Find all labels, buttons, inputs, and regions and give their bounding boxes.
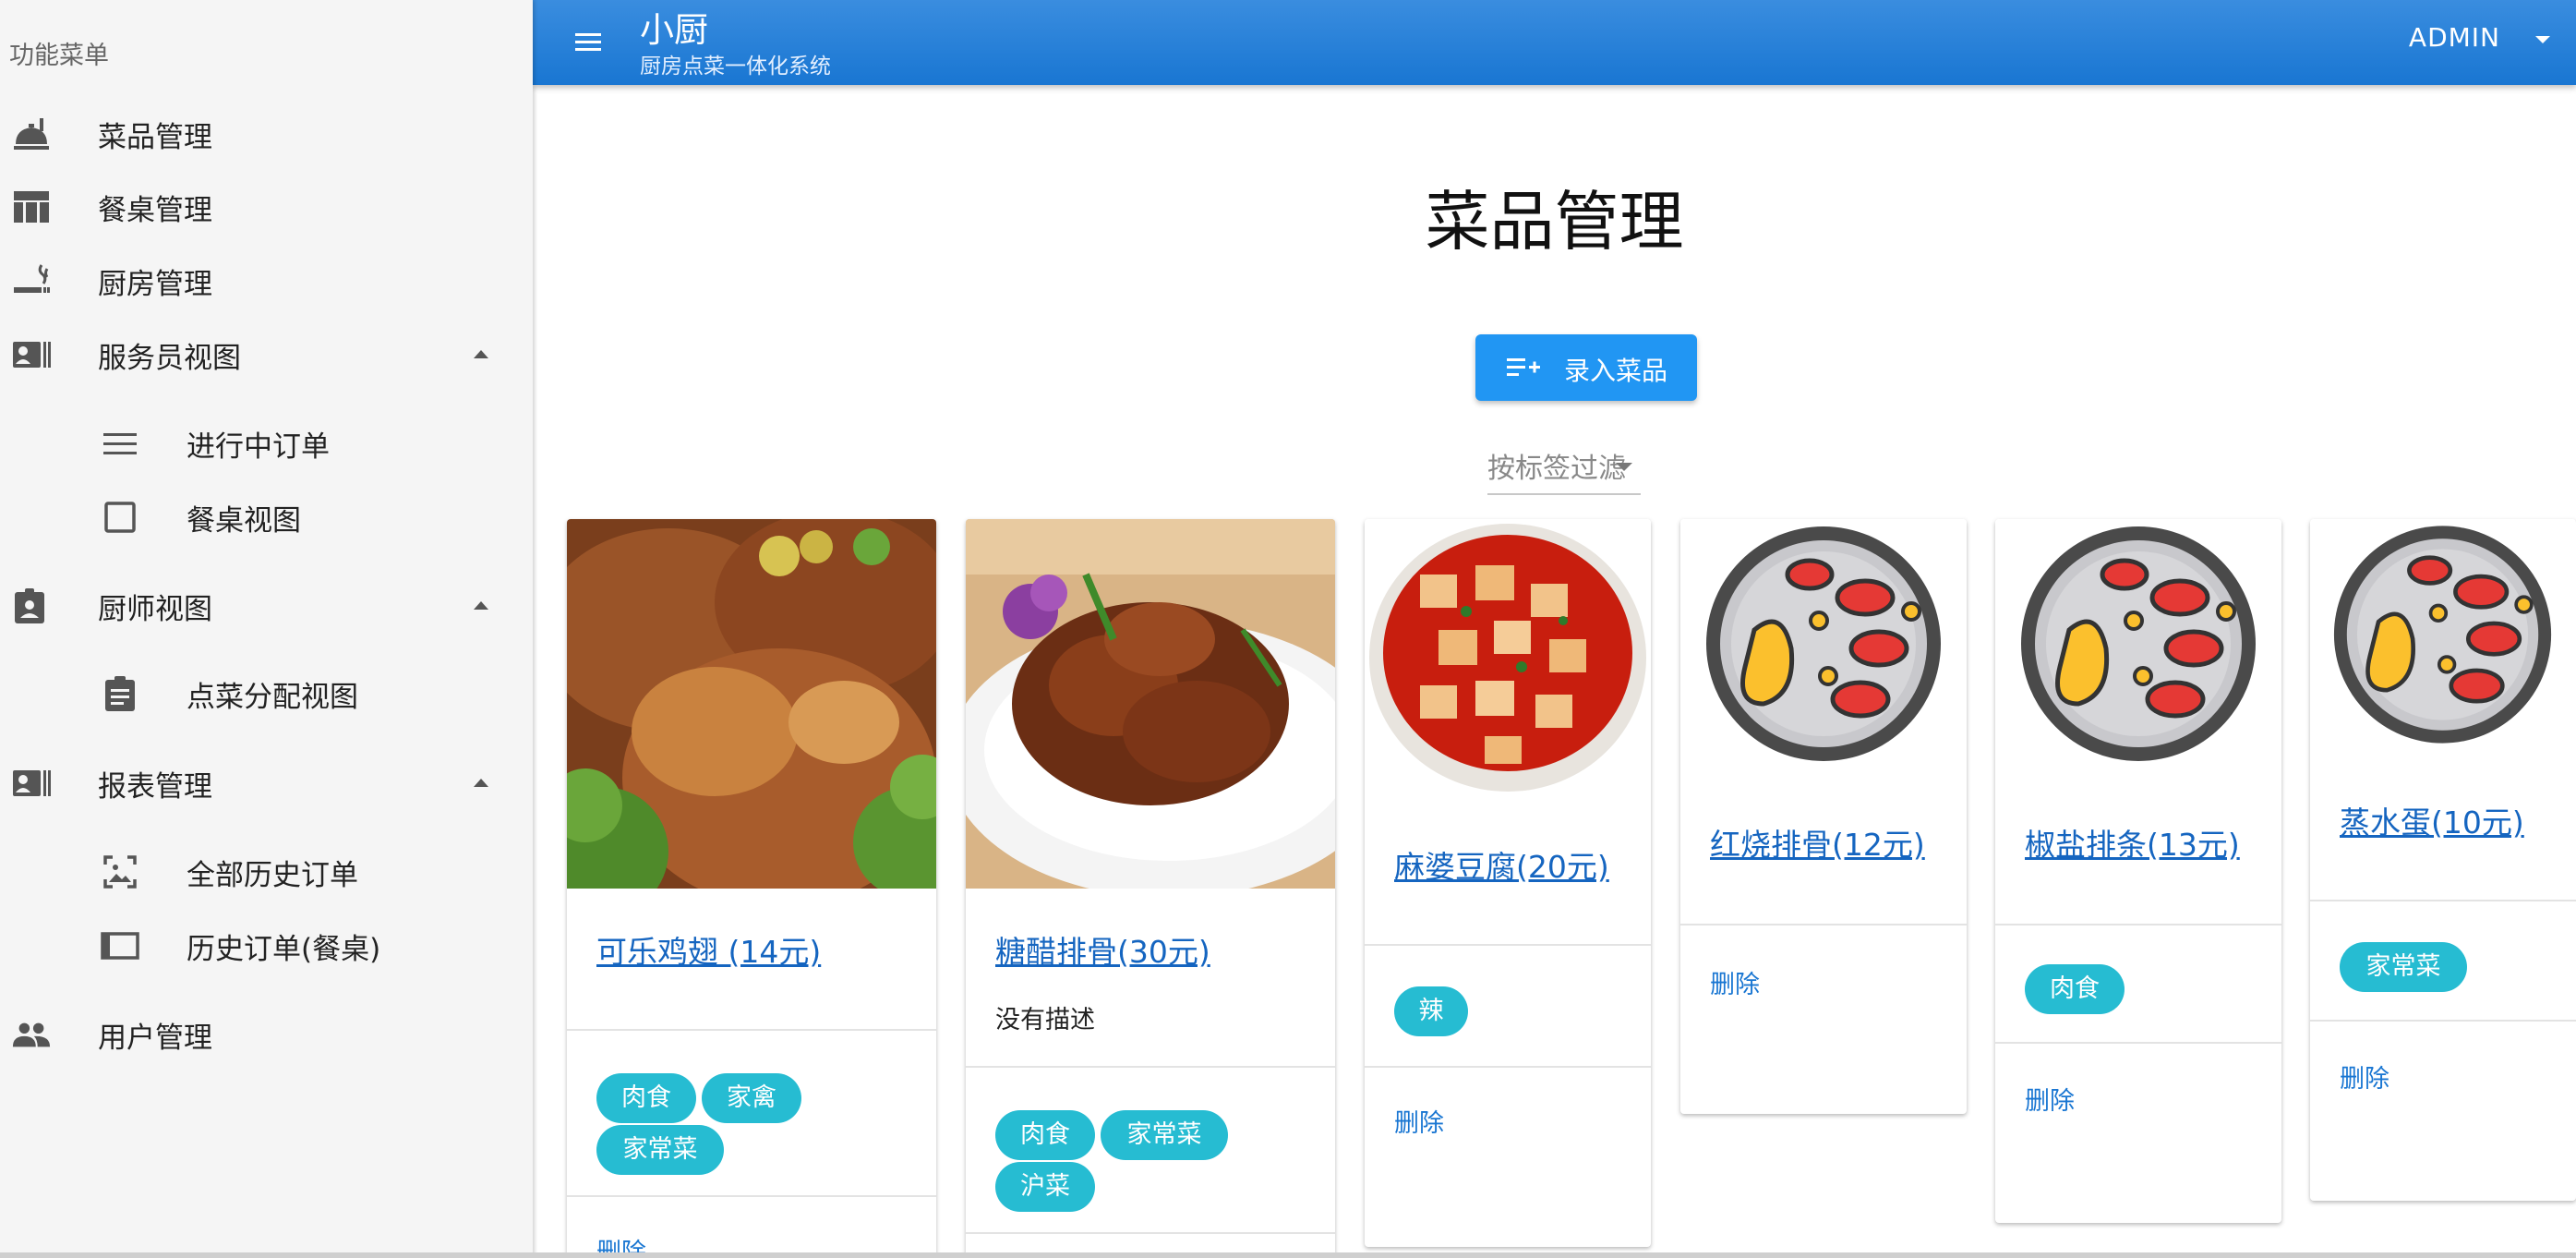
dish-card: 蒸水蛋(10元) 家常菜 删除: [2310, 519, 2576, 1201]
dish-card: 糖醋排骨(30元) 没有描述 肉食 家常菜 沪菜: [966, 519, 1335, 1258]
room-service-icon: [11, 114, 52, 154]
add-dish-button[interactable]: 录入菜品: [1475, 334, 1697, 401]
app-title: 小厨: [640, 10, 708, 50]
card-divider: [1680, 924, 1967, 925]
sidebar-item-dish-assignment-view[interactable]: 点菜分配视图: [0, 661, 533, 726]
playlist-add-icon: [1507, 358, 1540, 376]
sidebar-item-dish-management[interactable]: 菜品管理: [0, 102, 533, 166]
dish-title-link[interactable]: 椒盐排条(13元): [2025, 820, 2240, 865]
table-icon: [11, 187, 52, 227]
dish-title-link[interactable]: 糖醋排骨(30元): [995, 927, 1210, 972]
image-frame-icon: [100, 852, 140, 892]
sidebar-item-label: 历史订单(餐桌): [187, 932, 381, 966]
dish-description: 没有描述: [995, 1006, 1095, 1034]
sidebar-item-label: 进行中订单: [187, 429, 330, 464]
sidebar-item-label: 服务员视图: [98, 341, 241, 375]
sidebar-item-label: 餐桌管理: [98, 193, 212, 227]
sidebar-item-kitchen-management[interactable]: 厨房管理: [0, 248, 533, 313]
menu-icon[interactable]: [570, 24, 607, 61]
tag-chip[interactable]: 肉食: [2025, 964, 2125, 1014]
card-divider: [1365, 944, 1651, 946]
mapo-tofu-photo: [1365, 519, 1651, 805]
card-divider: [966, 1066, 1335, 1068]
rectangle-outline-icon: [100, 925, 140, 966]
sidebar-title: 功能菜单: [9, 42, 109, 70]
chevron-up-icon[interactable]: [471, 596, 491, 616]
dish-title-link[interactable]: 麻婆豆腐(20元): [1394, 842, 1609, 887]
contact-card-icon: [11, 763, 52, 804]
tag-filter-label: 按标签过滤: [1487, 453, 1626, 485]
sidebar-item-label: 餐桌视图: [187, 503, 301, 538]
tag-chip[interactable]: 肉食: [596, 1073, 696, 1123]
tag-chip[interactable]: 家禽: [702, 1073, 801, 1123]
chevron-up-icon[interactable]: [471, 345, 491, 365]
app-bar: 小厨 厨房点菜一体化系统 ADMIN: [533, 0, 2576, 85]
sidebar-item-table-view[interactable]: 餐桌视图: [0, 485, 533, 550]
clipboard-icon: [100, 673, 140, 714]
sidebar-item-waiter-view[interactable]: 服务员视图: [0, 322, 533, 387]
sidebar: 功能菜单 菜品管理 餐桌管理 厨房管理 服务员视图 进行中订单 餐桌视图 厨师视…: [0, 0, 533, 1258]
sidebar-item-chef-view[interactable]: 厨师视图: [0, 574, 533, 638]
user-menu[interactable]: ADMIN: [2409, 22, 2500, 53]
sidebar-item-report-management[interactable]: 报表管理: [0, 751, 533, 816]
card-divider: [2310, 900, 2576, 901]
tag-chip[interactable]: 沪菜: [995, 1162, 1095, 1212]
dish-card: 可乐鸡翅 (14元) 肉食 家禽 家常菜 删除: [567, 519, 936, 1258]
dish-card: 红烧排骨(12元) 删除: [1680, 519, 1967, 1114]
tag-chip[interactable]: 辣: [1394, 986, 1468, 1036]
main-content: 菜品管理 录入菜品 按标签过滤 可乐鸡翅 (14元) 肉食 家禽 家常菜 删除: [533, 85, 2576, 1258]
contact-card-icon: [11, 334, 52, 375]
card-divider: [966, 1232, 1335, 1234]
sidebar-item-all-history-orders[interactable]: 全部历史订单: [0, 840, 533, 904]
add-dish-button-label: 录入菜品: [1564, 356, 1668, 386]
card-divider: [567, 1029, 936, 1031]
card-divider: [1995, 924, 2281, 925]
sidebar-item-label: 厨房管理: [98, 267, 212, 301]
sidebar-item-label: 点菜分配视图: [187, 680, 358, 714]
sidebar-item-label: 菜品管理: [98, 120, 212, 154]
dish-title-link[interactable]: 可乐鸡翅 (14元): [596, 927, 821, 972]
delete-button[interactable]: 删除: [2340, 1058, 2389, 1095]
tag-chip[interactable]: 家常菜: [2340, 942, 2467, 992]
card-divider: [1365, 1066, 1651, 1068]
sidebar-item-label: 报表管理: [98, 769, 212, 804]
sidebar-item-label: 用户管理: [98, 1021, 212, 1055]
cola-chicken-wings-photo: [567, 519, 936, 889]
chevron-up-icon[interactable]: [471, 773, 491, 793]
placeholder-dish-icon: [1995, 519, 2281, 768]
delete-button[interactable]: 删除: [2025, 1081, 2075, 1117]
tag-filter-select[interactable]: 按标签过滤: [1487, 445, 1641, 495]
sidebar-item-label: 全部历史订单: [187, 858, 358, 892]
card-divider: [2310, 1020, 2576, 1022]
caret-down-icon: [1616, 463, 1632, 471]
dish-card: 椒盐排条(13元) 肉食 删除: [1995, 519, 2281, 1223]
sidebar-item-history-orders-table[interactable]: 历史订单(餐桌): [0, 913, 533, 978]
sidebar-item-table-management[interactable]: 餐桌管理: [0, 175, 533, 239]
dish-title-link[interactable]: 蒸水蛋(10元): [2340, 798, 2524, 842]
sidebar-item-user-management[interactable]: 用户管理: [0, 1002, 533, 1067]
dish-card: 麻婆豆腐(20元) 辣 删除: [1365, 519, 1651, 1247]
people-icon: [11, 1014, 52, 1055]
placeholder-dish-icon: [1680, 519, 1967, 768]
delete-button[interactable]: 删除: [1394, 1103, 1444, 1139]
horizontal-scrollbar[interactable]: [0, 1252, 2576, 1258]
delete-button[interactable]: 删除: [1710, 964, 1760, 1000]
dish-title-link[interactable]: 红烧排骨(12元): [1710, 820, 1925, 865]
placeholder-dish-icon: [2310, 519, 2576, 750]
tag-chip[interactable]: 家常菜: [1101, 1110, 1228, 1160]
sidebar-item-orders-in-progress[interactable]: 进行中订单: [0, 411, 533, 476]
sidebar-item-label: 厨师视图: [98, 592, 212, 626]
card-divider: [1995, 1042, 2281, 1044]
page-title: 菜品管理: [1425, 184, 1684, 260]
badge-icon: [9, 586, 50, 626]
card-divider: [567, 1195, 936, 1197]
list-lines-icon: [100, 423, 140, 464]
square-outline-icon: [100, 497, 140, 538]
caret-down-icon[interactable]: [2534, 33, 2552, 46]
tag-chip[interactable]: 家常菜: [596, 1125, 724, 1175]
tag-chip[interactable]: 肉食: [995, 1110, 1095, 1160]
app-subtitle: 厨房点菜一体化系统: [640, 54, 831, 79]
smoking-icon: [11, 260, 52, 301]
sweet-sour-ribs-photo: [966, 519, 1335, 889]
